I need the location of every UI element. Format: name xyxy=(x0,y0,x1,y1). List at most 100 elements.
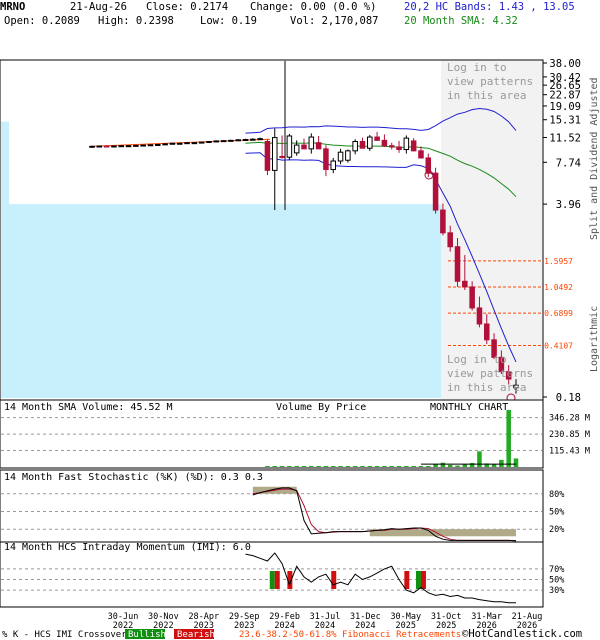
price-tick-label-8: 3.96 xyxy=(556,199,581,211)
bullish-marker-0 xyxy=(269,571,275,589)
candle-body-33 xyxy=(330,160,337,170)
imi-tick-1: 50% xyxy=(549,576,564,586)
candle-body-53 xyxy=(476,307,483,325)
candle-body-18 xyxy=(220,140,227,143)
volume-tick-0: 346.28 M xyxy=(549,414,590,424)
copyright-label: ©HotCandlestick.com xyxy=(462,628,582,640)
bearish-marker-2 xyxy=(404,571,410,589)
candle-body-10 xyxy=(162,143,168,146)
vbp-label: Volume By Price xyxy=(276,402,366,413)
oversold-shade xyxy=(369,529,516,537)
fib-legend: 23.6-38.2-50-61.8% Fibonacci Retracement… xyxy=(239,630,461,640)
candle-body-17 xyxy=(213,140,220,143)
imi-panel: 70%50%30% 14 Month HCS Intraday Momentum… xyxy=(0,541,564,608)
candle-body-7 xyxy=(140,144,146,147)
stochastic-label: 14 Month Fast Stochastic (%K) (%D): 0.3 … xyxy=(4,472,263,483)
volume-bar-34 xyxy=(338,466,343,467)
volume-bar-46 xyxy=(426,466,431,467)
bearish-marker-1 xyxy=(331,571,337,589)
volume-bar-24 xyxy=(265,466,270,467)
candle-body-16 xyxy=(206,141,212,144)
volume-bar-28 xyxy=(294,466,299,467)
volume-bar-39 xyxy=(374,466,380,467)
stoch-tick-2: 20% xyxy=(549,525,564,535)
candle-body-26 xyxy=(279,155,285,158)
price-tick-label-7: 7.74 xyxy=(556,157,581,169)
volume-bar-36 xyxy=(352,466,358,467)
volume-bar-27 xyxy=(287,466,292,467)
price-axis: 38.0030.4226.6522.8719.0915.3111.527.743… xyxy=(543,58,581,404)
pattern-bottom-line-1: view patterns xyxy=(447,367,533,380)
volume-bar-32 xyxy=(323,466,329,467)
fib-label-1: 1.0492 xyxy=(544,283,573,292)
candle-body-52 xyxy=(469,286,475,309)
fib-label-3: 0.4107 xyxy=(544,342,573,351)
imi-axis: 70%50%30% xyxy=(549,565,564,596)
volume-bar-48 xyxy=(440,462,446,467)
volume-bar-49 xyxy=(447,464,453,467)
candle-body-54 xyxy=(483,323,490,341)
logarithmic-label: Logarithmic xyxy=(589,306,600,372)
candle-body-27 xyxy=(286,135,293,158)
candle-body-22 xyxy=(250,138,256,141)
candle-body-43 xyxy=(403,137,410,151)
stoch-tick-1: 50% xyxy=(549,508,564,518)
vbp-bar-high xyxy=(1,121,9,205)
candle-body-0 xyxy=(89,145,95,148)
imi-tick-0: 70% xyxy=(549,565,564,575)
volume-bar-41 xyxy=(389,466,394,467)
candle-body-50 xyxy=(454,246,461,282)
bullish-pair-marker-0 xyxy=(274,571,280,589)
candle-body-28 xyxy=(293,144,300,154)
candle-body-40 xyxy=(381,139,388,147)
candle-body-36 xyxy=(352,141,358,152)
candle-body-25 xyxy=(271,137,278,171)
volume-bar-57 xyxy=(506,410,511,467)
stochastic-panel: 80% 50% 20% 14 Month Fast Stochastic (%K) … xyxy=(0,469,564,543)
bullish-marker-1 xyxy=(415,571,421,589)
volume-bar-29 xyxy=(301,466,307,467)
candle-body-6 xyxy=(133,144,139,147)
stoch-tick-0: 80% xyxy=(549,490,564,500)
volume-bar-33 xyxy=(330,466,336,467)
candle-body-44 xyxy=(410,140,417,152)
candle-body-47 xyxy=(432,172,439,211)
price-tick-label-3: 22.87 xyxy=(549,90,581,102)
price-tick-label-4: 19.09 xyxy=(549,101,581,113)
candle-body-19 xyxy=(228,139,234,142)
volume-bar-44 xyxy=(411,466,416,467)
volume-bar-47 xyxy=(433,464,438,467)
candle-body-30 xyxy=(308,136,315,150)
candle-body-12 xyxy=(176,142,183,145)
fib-label-0: 1.5957 xyxy=(544,257,573,266)
bearish-badge: Bearish xyxy=(177,630,215,640)
pattern-top-line-1: view patterns xyxy=(447,75,533,88)
bullish-badge: Bullish xyxy=(128,630,166,640)
candle-body-15 xyxy=(198,141,205,144)
bullish-pair-marker-1 xyxy=(420,571,426,589)
candle-body-31 xyxy=(315,142,322,150)
crossover-legend-label: % K - HCS IMI Crossover: xyxy=(2,630,132,640)
candle-body-21 xyxy=(242,139,249,142)
pattern-top-line-2: in this area xyxy=(447,89,526,102)
price-tick-label-9: 0.18 xyxy=(556,392,581,404)
pattern-bottom-line-2: in this area xyxy=(447,381,526,394)
candle-body-20 xyxy=(235,139,241,142)
volume-bar-26 xyxy=(279,466,285,467)
volume-bar-42 xyxy=(396,466,402,467)
price-tick-label-5: 15.31 xyxy=(549,115,581,127)
volume-bar-35 xyxy=(345,466,351,467)
volume-bar-52 xyxy=(469,463,475,467)
fib-label-2: 0.6899 xyxy=(544,309,573,318)
candle-body-3 xyxy=(111,145,117,148)
candle-body-41 xyxy=(388,145,395,148)
candle-body-23 xyxy=(257,138,263,141)
monthly-label: MONTHLY CHART xyxy=(430,402,508,413)
imi-tick-2: 30% xyxy=(549,586,564,596)
candle-body-9 xyxy=(155,143,161,146)
candle-body-39 xyxy=(374,136,380,141)
candle-body-34 xyxy=(337,151,344,162)
price-tick-label-6: 11.52 xyxy=(549,132,581,144)
volume-bar-45 xyxy=(418,466,424,467)
volume-bar-58 xyxy=(513,458,519,467)
